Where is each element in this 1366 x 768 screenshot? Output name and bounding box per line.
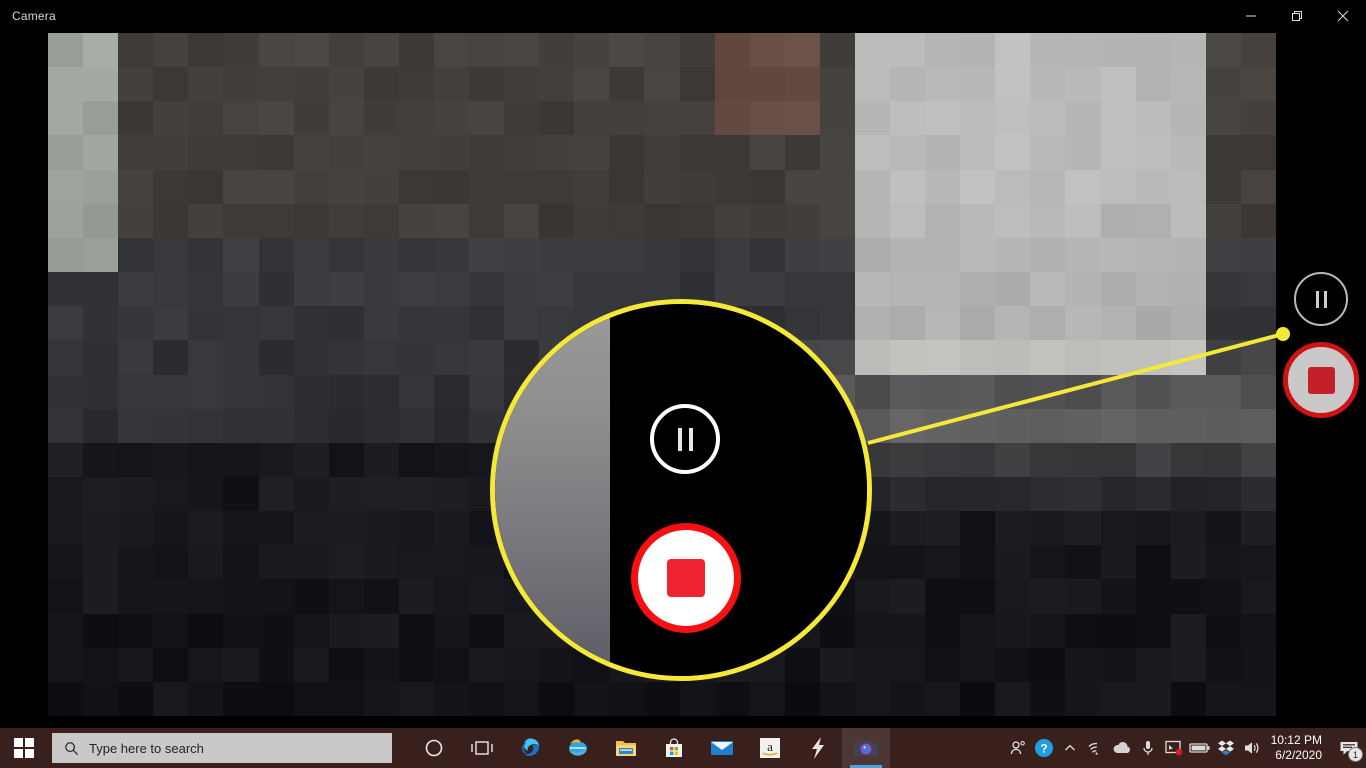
battery-icon[interactable] — [1187, 728, 1213, 768]
people-icon[interactable] — [1005, 728, 1031, 768]
magnifier-backdrop-right — [610, 304, 867, 676]
start-button[interactable] — [0, 728, 48, 768]
pause-icon — [1315, 290, 1327, 308]
taskbar-item-amazon[interactable]: a — [746, 728, 794, 768]
magnified-stop-video-button[interactable] — [631, 523, 741, 633]
search-placeholder: Type here to search — [89, 740, 204, 756]
cortana-icon — [425, 739, 443, 757]
magnifier-content — [495, 304, 867, 676]
pause-video-button[interactable] — [1294, 272, 1348, 326]
notification-count-badge: 1 — [1348, 747, 1363, 762]
taskbar-clock[interactable]: 10:12 PM 6/2/2020 — [1265, 728, 1332, 768]
search-icon — [65, 741, 79, 755]
taskbar-item-camera[interactable] — [842, 728, 890, 768]
taskbar-item-microsoft-edge[interactable] — [506, 728, 554, 768]
windows-logo-icon — [14, 738, 34, 758]
stop-icon — [667, 559, 705, 597]
amazon-icon: a — [760, 738, 780, 758]
magnifier-backdrop-left — [495, 304, 610, 676]
window-title: Camera — [12, 9, 56, 23]
svg-text:a: a — [767, 739, 773, 754]
clock-time: 10:12 PM — [1270, 733, 1322, 747]
callout-magnifier — [490, 299, 872, 681]
onedrive-cloud-icon[interactable] — [1109, 728, 1135, 768]
taskbar-items: a — [410, 728, 890, 768]
task-view-icon — [471, 741, 493, 755]
title-bar: Camera — [0, 0, 1366, 32]
callout-anchor-dot — [1276, 327, 1290, 341]
stop-icon — [1307, 366, 1335, 394]
close-button[interactable] — [1320, 0, 1366, 32]
window-controls — [1228, 0, 1366, 32]
notifications-button[interactable]: 1 — [1332, 728, 1366, 768]
mail-icon — [711, 741, 733, 755]
display-alert-icon[interactable] — [1161, 728, 1187, 768]
lightning-bolt-icon — [812, 737, 824, 759]
network-wifi-icon[interactable] — [1083, 728, 1109, 768]
volume-icon[interactable] — [1239, 728, 1265, 768]
magnified-pause-video-button[interactable] — [650, 404, 720, 474]
dropbox-icon[interactable] — [1213, 728, 1239, 768]
camera-icon — [854, 740, 878, 756]
taskbar-item-file-explorer[interactable] — [602, 728, 650, 768]
pause-icon — [677, 427, 693, 451]
system-tray: ? 10:12 PM 6/2/2020 1 — [1005, 728, 1366, 768]
taskbar: Type here to search a ? 10:12 PM 6/2/202… — [0, 728, 1366, 768]
taskbar-item-task-view[interactable] — [458, 728, 506, 768]
microsoft-edge-icon — [521, 738, 540, 756]
stop-video-button[interactable] — [1283, 342, 1359, 418]
microphone-icon[interactable] — [1135, 728, 1161, 768]
taskbar-item-cortana[interactable] — [410, 728, 458, 768]
microsoft-store-icon — [666, 738, 682, 757]
taskbar-item-internet-explorer[interactable] — [554, 728, 602, 768]
help-icon[interactable]: ? — [1031, 728, 1057, 768]
camera-app-window: Camera Type here to search a ? 10:12 PM … — [0, 0, 1366, 768]
taskbar-search-box[interactable]: Type here to search — [52, 733, 392, 763]
file-explorer-icon — [616, 741, 636, 756]
minimize-button[interactable] — [1228, 0, 1274, 32]
taskbar-item-microsoft-store[interactable] — [650, 728, 698, 768]
show-hidden-icons-chevron-up-icon[interactable] — [1057, 728, 1083, 768]
clock-date: 6/2/2020 — [1275, 748, 1322, 762]
taskbar-item-mail[interactable] — [698, 728, 746, 768]
internet-explorer-icon — [569, 739, 587, 757]
svg-text:?: ? — [1040, 742, 1047, 756]
taskbar-item-lightning-app[interactable] — [794, 728, 842, 768]
maximize-restore-button[interactable] — [1274, 0, 1320, 32]
